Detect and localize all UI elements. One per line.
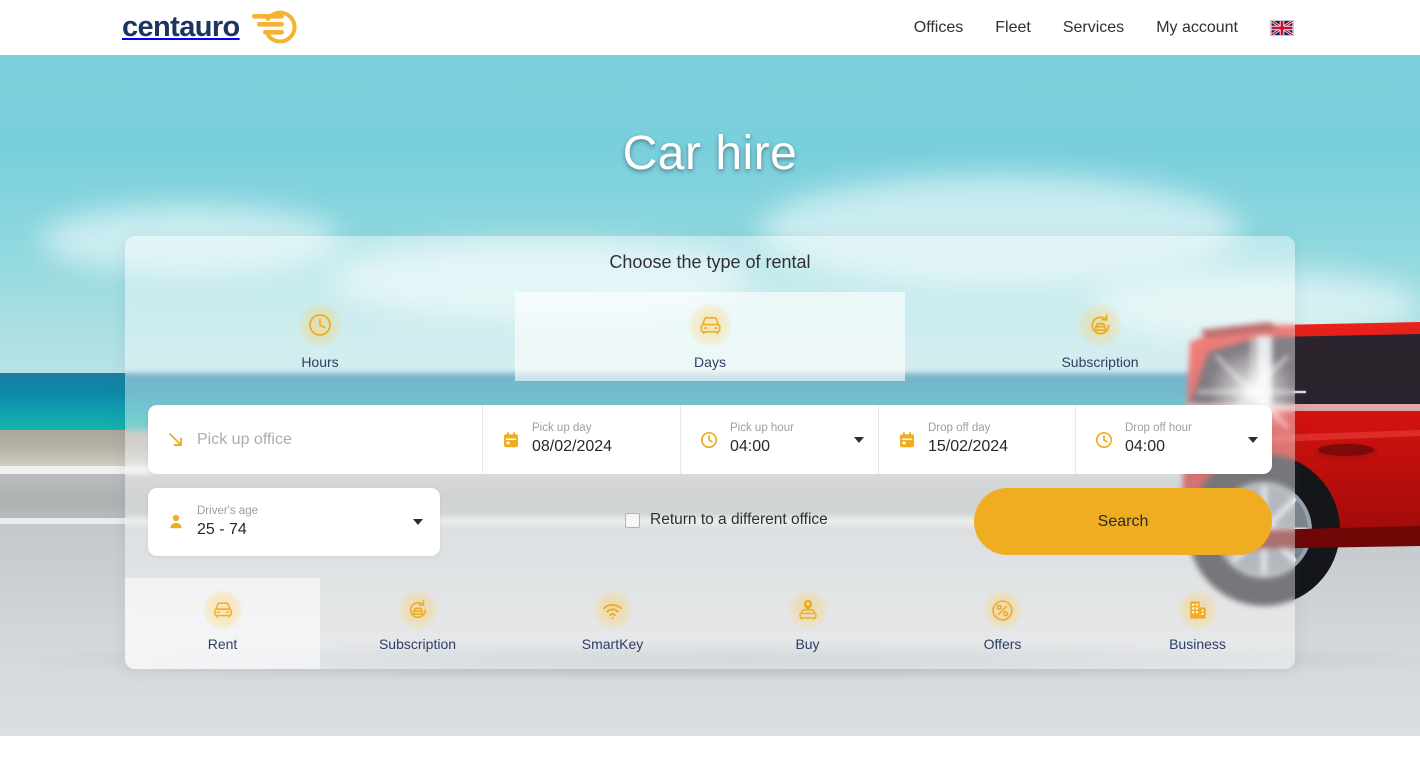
pickup-hour-value: 04:00 xyxy=(730,438,771,455)
search-form-row-secondary: Driver's age 25 - 74 Return to a differe… xyxy=(148,488,1272,556)
percent-circle-icon xyxy=(982,590,1023,630)
search-form-row-primary: Pick up office Pick up day 08/02/2024 Pi… xyxy=(148,405,1272,474)
drivers-age-value: 25 - 74 xyxy=(197,520,247,538)
pickup-day-label: Pick up day xyxy=(532,422,592,434)
rental-type-tab-days[interactable]: Days xyxy=(515,292,905,381)
panel-title: Choose the type of rental xyxy=(609,252,811,272)
pickup-hour-label: Pick up hour xyxy=(730,422,794,434)
pickup-day-field[interactable]: Pick up day 08/02/2024 xyxy=(482,405,680,474)
rental-type-tab-subscription[interactable]: Subscription xyxy=(905,292,1295,381)
nav-item-fleet[interactable]: Fleet xyxy=(995,19,1031,37)
drivers-age-label: Driver's age xyxy=(197,504,258,517)
pickup-day-value: 08/02/2024 xyxy=(532,438,613,455)
building-icon xyxy=(1177,590,1218,630)
rental-type-label: Days xyxy=(694,354,726,370)
return-different-office-checkbox[interactable]: Return to a different office xyxy=(625,511,828,529)
car-front-icon xyxy=(202,590,243,630)
logo-wordmark: centauro xyxy=(122,10,240,43)
page-title: Car hire xyxy=(622,127,798,180)
dropoff-day-value: 15/02/2024 xyxy=(928,438,1009,455)
site-header: centauro Offices Fleet Services My accou… xyxy=(0,0,1420,55)
dropoff-hour-label: Drop off hour xyxy=(1125,422,1192,434)
service-label: Business xyxy=(1169,636,1226,652)
arrow-down-right-icon xyxy=(165,430,187,450)
clock-icon xyxy=(698,431,720,449)
service-label: Buy xyxy=(795,636,820,652)
pickup-office-field[interactable]: Pick up office xyxy=(148,405,482,474)
pickup-hour-field[interactable]: Pick up hour 04:00 xyxy=(680,405,878,474)
checkbox-box[interactable] xyxy=(625,512,640,528)
service-item-subscription[interactable]: Subscription xyxy=(320,578,515,669)
chevron-down-icon[interactable] xyxy=(413,519,423,525)
service-item-smartkey[interactable]: SmartKey xyxy=(515,578,710,669)
drivers-age-field[interactable]: Driver's age 25 - 74 xyxy=(148,488,440,556)
booking-panel: Choose the type of rental Hours Days Sub… xyxy=(125,236,1295,669)
services-strip: Rent Subscription SmartKey Buy Offers Bu… xyxy=(125,578,1295,669)
service-item-buy[interactable]: Buy xyxy=(710,578,905,669)
subscription-refresh-car-icon xyxy=(397,590,438,630)
language-selector[interactable] xyxy=(1270,19,1294,36)
calendar-icon xyxy=(896,431,918,449)
page-root: Car hire Choose the type of rental Hours xyxy=(0,0,1420,780)
calendar-icon xyxy=(500,431,522,449)
dropoff-day-label: Drop off day xyxy=(928,422,991,434)
dropoff-hour-value: 04:00 xyxy=(1125,438,1166,455)
return-different-office-label: Return to a different office xyxy=(650,511,828,528)
dropoff-hour-field[interactable]: Drop off hour 04:00 xyxy=(1075,405,1272,474)
nav-item-offices[interactable]: Offices xyxy=(914,19,964,37)
uk-flag-icon xyxy=(1270,19,1294,36)
chevron-down-icon[interactable] xyxy=(1248,436,1258,443)
car-front-icon xyxy=(688,303,732,347)
main-navigation: Offices Fleet Services My account xyxy=(914,0,1294,55)
service-item-rent[interactable]: Rent xyxy=(125,578,320,669)
logo-mark-icon xyxy=(251,10,297,44)
rental-type-tab-hours[interactable]: Hours xyxy=(125,292,515,381)
site-logo[interactable]: centauro xyxy=(122,9,298,45)
rental-type-label: Hours xyxy=(301,354,339,370)
service-label: SmartKey xyxy=(581,636,644,652)
rental-type-label: Subscription xyxy=(1061,354,1139,370)
subscription-refresh-car-icon xyxy=(1078,303,1122,347)
person-icon xyxy=(165,513,187,531)
service-item-offers[interactable]: Offers xyxy=(905,578,1100,669)
car-pin-icon xyxy=(787,590,828,630)
wifi-icon xyxy=(592,590,633,630)
service-label: Rent xyxy=(207,636,238,652)
clock-icon xyxy=(298,303,342,347)
chevron-down-icon[interactable] xyxy=(854,436,864,443)
service-label: Subscription xyxy=(378,636,457,652)
search-button[interactable]: Search xyxy=(974,488,1272,555)
dropoff-day-field[interactable]: Drop off day 15/02/2024 xyxy=(878,405,1075,474)
clock-icon xyxy=(1093,431,1115,449)
nav-item-services[interactable]: Services xyxy=(1063,19,1124,37)
service-label: Offers xyxy=(983,636,1022,652)
nav-item-my-account[interactable]: My account xyxy=(1156,19,1238,37)
pickup-office-placeholder: Pick up office xyxy=(197,430,292,448)
rental-type-tabs: Hours Days Subscription xyxy=(125,292,1295,381)
service-item-business[interactable]: Business xyxy=(1100,578,1295,669)
